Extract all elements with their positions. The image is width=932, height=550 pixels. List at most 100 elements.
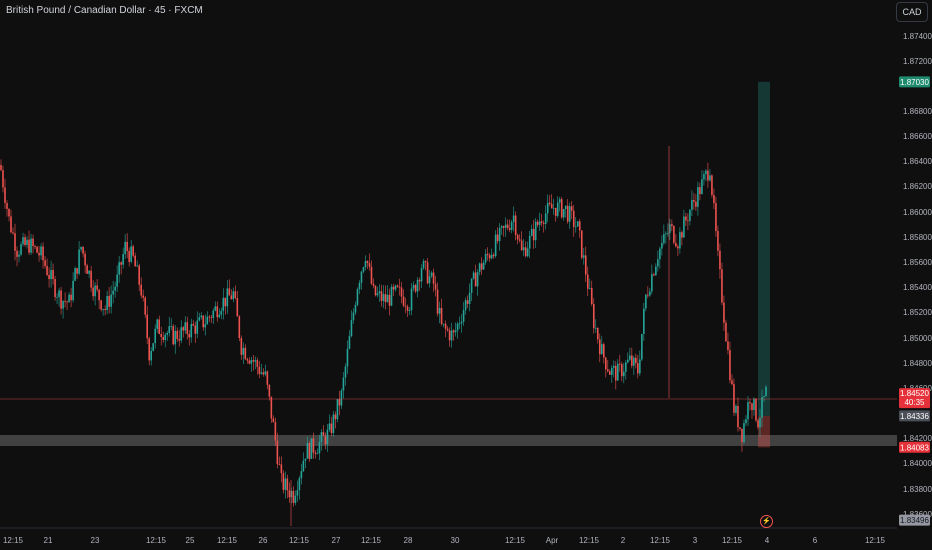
candle bbox=[572, 210, 575, 227]
position-target-zone[interactable] bbox=[758, 81, 770, 416]
candle bbox=[751, 403, 753, 411]
x-tick-label: 27 bbox=[332, 536, 341, 545]
candle bbox=[114, 286, 116, 291]
candle bbox=[136, 265, 138, 267]
candle bbox=[224, 297, 227, 307]
candle bbox=[394, 285, 397, 290]
candle bbox=[48, 274, 50, 280]
candle bbox=[558, 199, 561, 203]
candle bbox=[58, 290, 60, 298]
candle bbox=[615, 365, 617, 381]
candle bbox=[560, 199, 563, 218]
x-tick-label: 4 bbox=[765, 536, 770, 545]
candle bbox=[266, 371, 269, 385]
candle bbox=[302, 460, 305, 472]
candle bbox=[677, 246, 679, 249]
candle bbox=[416, 279, 419, 292]
y-tick-label: 1.86000 bbox=[903, 208, 932, 217]
candle bbox=[518, 239, 521, 241]
candle bbox=[699, 187, 701, 194]
y-tick-label: 1.84800 bbox=[903, 359, 932, 368]
candle bbox=[116, 274, 118, 287]
candle bbox=[476, 272, 479, 287]
x-tick-label: 23 bbox=[91, 536, 100, 545]
candle bbox=[544, 213, 547, 224]
candle bbox=[82, 246, 84, 254]
candle bbox=[494, 234, 497, 257]
candle bbox=[488, 255, 491, 259]
candle bbox=[330, 423, 333, 434]
price-tag-label: 1.84083 bbox=[900, 443, 929, 452]
candle bbox=[635, 357, 637, 364]
candle bbox=[737, 405, 739, 428]
time-axis[interactable] bbox=[0, 528, 932, 550]
chart-area[interactable]: 1.87400 1.87200 1.86800 1.86600 1.86400 1.862… bbox=[0, 0, 932, 550]
candle bbox=[8, 208, 10, 217]
lightning-icon[interactable]: ⚡ bbox=[760, 515, 773, 528]
candle bbox=[244, 347, 247, 360]
x-tick-label: 12:15 bbox=[289, 536, 310, 545]
candle bbox=[6, 203, 8, 209]
candle bbox=[596, 327, 599, 340]
y-tick-label: 1.85400 bbox=[903, 283, 932, 292]
candle bbox=[717, 231, 719, 251]
candle bbox=[661, 242, 663, 249]
candle bbox=[434, 283, 437, 290]
candle bbox=[707, 170, 709, 181]
candle bbox=[586, 274, 589, 289]
candle bbox=[150, 350, 152, 361]
candle bbox=[623, 371, 625, 377]
candle bbox=[128, 251, 130, 262]
candle bbox=[24, 237, 26, 246]
candle bbox=[162, 336, 165, 341]
candle bbox=[538, 221, 541, 225]
price-chart[interactable]: 1.87400 1.87200 1.86800 1.86600 1.86400 1.862… bbox=[0, 0, 932, 550]
candle bbox=[584, 255, 587, 275]
candle bbox=[106, 295, 108, 310]
candle bbox=[480, 263, 483, 270]
candle bbox=[242, 347, 245, 355]
candle bbox=[202, 315, 205, 328]
candle bbox=[588, 288, 591, 289]
currency-button[interactable]: CAD bbox=[896, 2, 928, 22]
y-tick-label: 1.87400 bbox=[903, 32, 932, 41]
candle bbox=[374, 285, 377, 296]
candle bbox=[14, 233, 16, 251]
x-tick-label: 21 bbox=[44, 536, 53, 545]
x-tick-label: 2 bbox=[621, 536, 626, 545]
candle bbox=[74, 268, 76, 281]
candle bbox=[92, 287, 94, 297]
candle bbox=[594, 327, 597, 329]
candle bbox=[703, 174, 705, 180]
x-tick-label: 12:15 bbox=[650, 536, 671, 545]
candle bbox=[466, 300, 469, 304]
candle bbox=[328, 423, 331, 430]
candle bbox=[370, 266, 373, 284]
candle bbox=[570, 206, 573, 211]
candle bbox=[144, 297, 146, 315]
candle bbox=[148, 338, 150, 361]
candle bbox=[356, 289, 359, 305]
candle bbox=[284, 478, 287, 490]
candle bbox=[264, 371, 267, 375]
candle bbox=[745, 419, 747, 424]
candle bbox=[442, 323, 445, 325]
candle bbox=[562, 208, 565, 218]
candle bbox=[464, 300, 467, 311]
candle bbox=[346, 348, 349, 367]
candle bbox=[44, 260, 46, 266]
candle bbox=[548, 202, 551, 204]
candle bbox=[568, 206, 571, 222]
candle bbox=[280, 464, 283, 474]
candle bbox=[524, 247, 527, 257]
y-tick-label: 1.85600 bbox=[903, 258, 932, 267]
long-position-tool[interactable] bbox=[758, 81, 770, 448]
candle bbox=[713, 194, 715, 204]
candle bbox=[731, 380, 733, 385]
candle bbox=[198, 317, 201, 321]
candle bbox=[298, 478, 301, 491]
candle bbox=[332, 414, 335, 434]
candle bbox=[204, 324, 207, 328]
y-tick-label: 1.84200 bbox=[903, 434, 932, 443]
candle bbox=[422, 261, 425, 269]
